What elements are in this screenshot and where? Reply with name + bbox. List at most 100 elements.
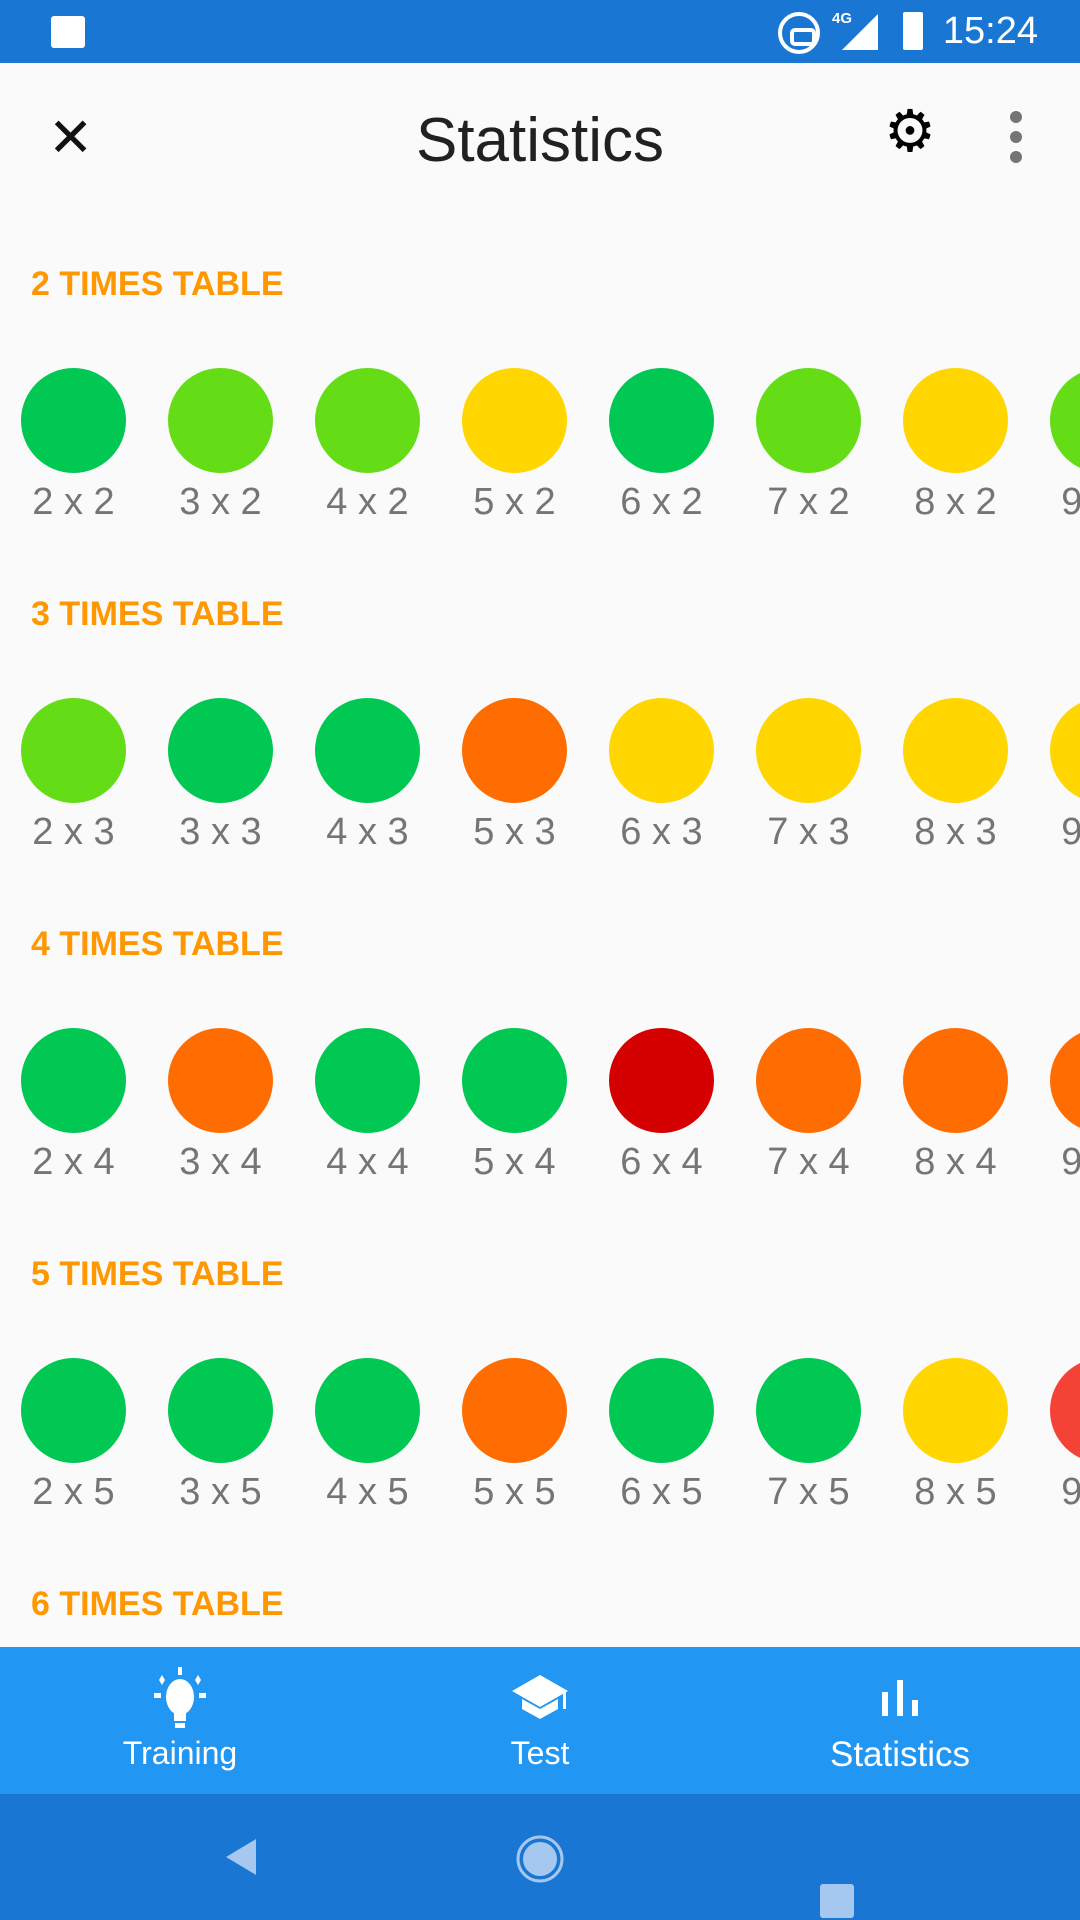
stat-label: 4 x 3 — [326, 811, 409, 853]
nav-test[interactable]: Test — [360, 1647, 720, 1794]
stat-item[interactable]: 2 x 2 — [0, 368, 147, 524]
status-dot — [315, 368, 420, 473]
stat-label: 4 x 5 — [326, 1471, 409, 1513]
stat-row: 2 x 3 3 x 3 4 x 3 5 x 3 6 x 3 7 x 3 8 x 3 9 x 3 — [0, 698, 1080, 868]
status-dot — [462, 1358, 567, 1463]
stat-item[interactable]: 3 x 2 — [147, 368, 294, 524]
stat-item[interactable]: 2 x 5 — [0, 1358, 147, 1514]
stat-item[interactable]: 5 x 4 — [441, 1028, 588, 1184]
stat-item[interactable]: 9 x 3 — [1029, 698, 1080, 854]
status-dot — [168, 368, 273, 473]
gear-icon[interactable]: ⚙ — [884, 103, 936, 161]
more-vert-icon[interactable] — [1010, 111, 1022, 171]
status-dot — [756, 1358, 861, 1463]
stat-item[interactable]: 4 x 4 — [294, 1028, 441, 1184]
stat-item[interactable]: 6 x 2 — [588, 368, 735, 524]
stat-item[interactable]: 2 x 4 — [0, 1028, 147, 1184]
stat-item[interactable]: 9 x 5 — [1029, 1358, 1080, 1514]
status-dot — [21, 1358, 126, 1463]
stat-item[interactable]: 5 x 2 — [441, 368, 588, 524]
back-icon[interactable] — [224, 1838, 258, 1881]
stat-item[interactable]: 8 x 5 — [882, 1358, 1029, 1514]
stat-item[interactable]: 5 x 5 — [441, 1358, 588, 1514]
image-icon — [51, 16, 85, 48]
status-dot — [21, 1028, 126, 1133]
status-dot — [462, 698, 567, 803]
statistics-list[interactable]: 2 TIMES TABLE 2 x 2 3 x 2 4 x 2 5 x 2 6 x 2 7 … — [0, 213, 1080, 1647]
stat-item[interactable]: 3 x 5 — [147, 1358, 294, 1514]
stat-item[interactable]: 8 x 4 — [882, 1028, 1029, 1184]
stat-label: 9 x 2 — [1061, 481, 1080, 523]
times-table-section: 3 TIMES TABLE 2 x 3 3 x 3 4 x 3 5 x 3 6 x 3 7 … — [0, 543, 1080, 873]
status-dot — [315, 1028, 420, 1133]
stat-label: 2 x 5 — [32, 1471, 115, 1513]
stat-item[interactable]: 6 x 5 — [588, 1358, 735, 1514]
stat-label: 2 x 3 — [32, 811, 115, 853]
stat-label: 4 x 4 — [326, 1141, 409, 1183]
graduation-cap-icon — [360, 1667, 720, 1729]
status-dot — [168, 1358, 273, 1463]
stat-item[interactable]: 2 x 3 — [0, 698, 147, 854]
status-dot — [756, 368, 861, 473]
stat-item[interactable]: 4 x 5 — [294, 1358, 441, 1514]
stat-label: 3 x 5 — [179, 1471, 262, 1513]
status-dot — [903, 368, 1008, 473]
stat-item[interactable]: 6 x 3 — [588, 698, 735, 854]
stat-label: 8 x 3 — [914, 811, 997, 853]
stat-label: 7 x 2 — [767, 481, 850, 523]
section-title: 3 TIMES TABLE — [31, 595, 284, 633]
stat-item[interactable]: 6 x 4 — [588, 1028, 735, 1184]
status-dot — [1050, 1358, 1080, 1463]
stat-item[interactable]: 3 x 4 — [147, 1028, 294, 1184]
status-bar: 4G 15:24 — [0, 0, 1080, 63]
stat-item[interactable]: 9 x 4 — [1029, 1028, 1080, 1184]
clock: 15:24 — [942, 10, 1038, 52]
stat-label: 9 x 4 — [1061, 1141, 1080, 1183]
stat-label: 5 x 4 — [473, 1141, 556, 1183]
times-table-section: 5 TIMES TABLE 2 x 5 3 x 5 4 x 5 5 x 5 6 x 5 7 … — [0, 1203, 1080, 1533]
status-dot — [21, 698, 126, 803]
stat-label: 9 x 3 — [1061, 811, 1080, 853]
stat-item[interactable]: 7 x 2 — [735, 368, 882, 524]
status-dot — [168, 1028, 273, 1133]
stat-item[interactable]: 8 x 3 — [882, 698, 1029, 854]
nav-statistics[interactable]: Statistics — [720, 1647, 1080, 1794]
stat-label: 7 x 3 — [767, 811, 850, 853]
nav-label: Test — [510, 1735, 570, 1771]
stat-item[interactable]: 7 x 4 — [735, 1028, 882, 1184]
stat-label: 6 x 5 — [620, 1471, 703, 1513]
stat-label: 6 x 3 — [620, 811, 703, 853]
bar-chart-icon — [720, 1667, 1080, 1729]
nav-training[interactable]: Training — [0, 1647, 360, 1794]
toolbar: ✕ Statistics ⚙ — [0, 63, 1080, 213]
status-dot — [168, 698, 273, 803]
stat-label: 8 x 2 — [914, 481, 997, 523]
battery-icon — [903, 12, 923, 50]
status-dot — [903, 1358, 1008, 1463]
section-title: 4 TIMES TABLE — [31, 925, 284, 963]
stat-item[interactable]: 5 x 3 — [441, 698, 588, 854]
stat-row: 2 x 4 3 x 4 4 x 4 5 x 4 6 x 4 7 x 4 8 x 4 9 x 4 — [0, 1028, 1080, 1198]
stat-label: 8 x 4 — [914, 1141, 997, 1183]
stat-item[interactable]: 7 x 5 — [735, 1358, 882, 1514]
status-dot — [1050, 368, 1080, 473]
stat-item[interactable]: 7 x 3 — [735, 698, 882, 854]
section-title: 6 TIMES TABLE — [31, 1585, 284, 1623]
stat-item[interactable]: 4 x 3 — [294, 698, 441, 854]
home-icon[interactable] — [515, 1834, 565, 1889]
status-dot — [609, 1028, 714, 1133]
stat-item[interactable]: 3 x 3 — [147, 698, 294, 854]
nav-label: Training — [122, 1735, 238, 1771]
stat-item[interactable]: 4 x 2 — [294, 368, 441, 524]
status-dot — [21, 368, 126, 473]
stat-item[interactable]: 9 x 2 — [1029, 368, 1080, 524]
signal-icon — [842, 14, 878, 50]
status-dot — [315, 698, 420, 803]
nav-label: Statistics — [829, 1735, 971, 1774]
status-dot — [462, 368, 567, 473]
stat-label: 6 x 2 — [620, 481, 703, 523]
stat-label: 8 x 5 — [914, 1471, 997, 1513]
system-navigation — [0, 1794, 1080, 1920]
stat-item[interactable]: 8 x 2 — [882, 368, 1029, 524]
stat-row: 2 x 5 3 x 5 4 x 5 5 x 5 6 x 5 7 x 5 8 x 5 9 x 5 — [0, 1358, 1080, 1528]
